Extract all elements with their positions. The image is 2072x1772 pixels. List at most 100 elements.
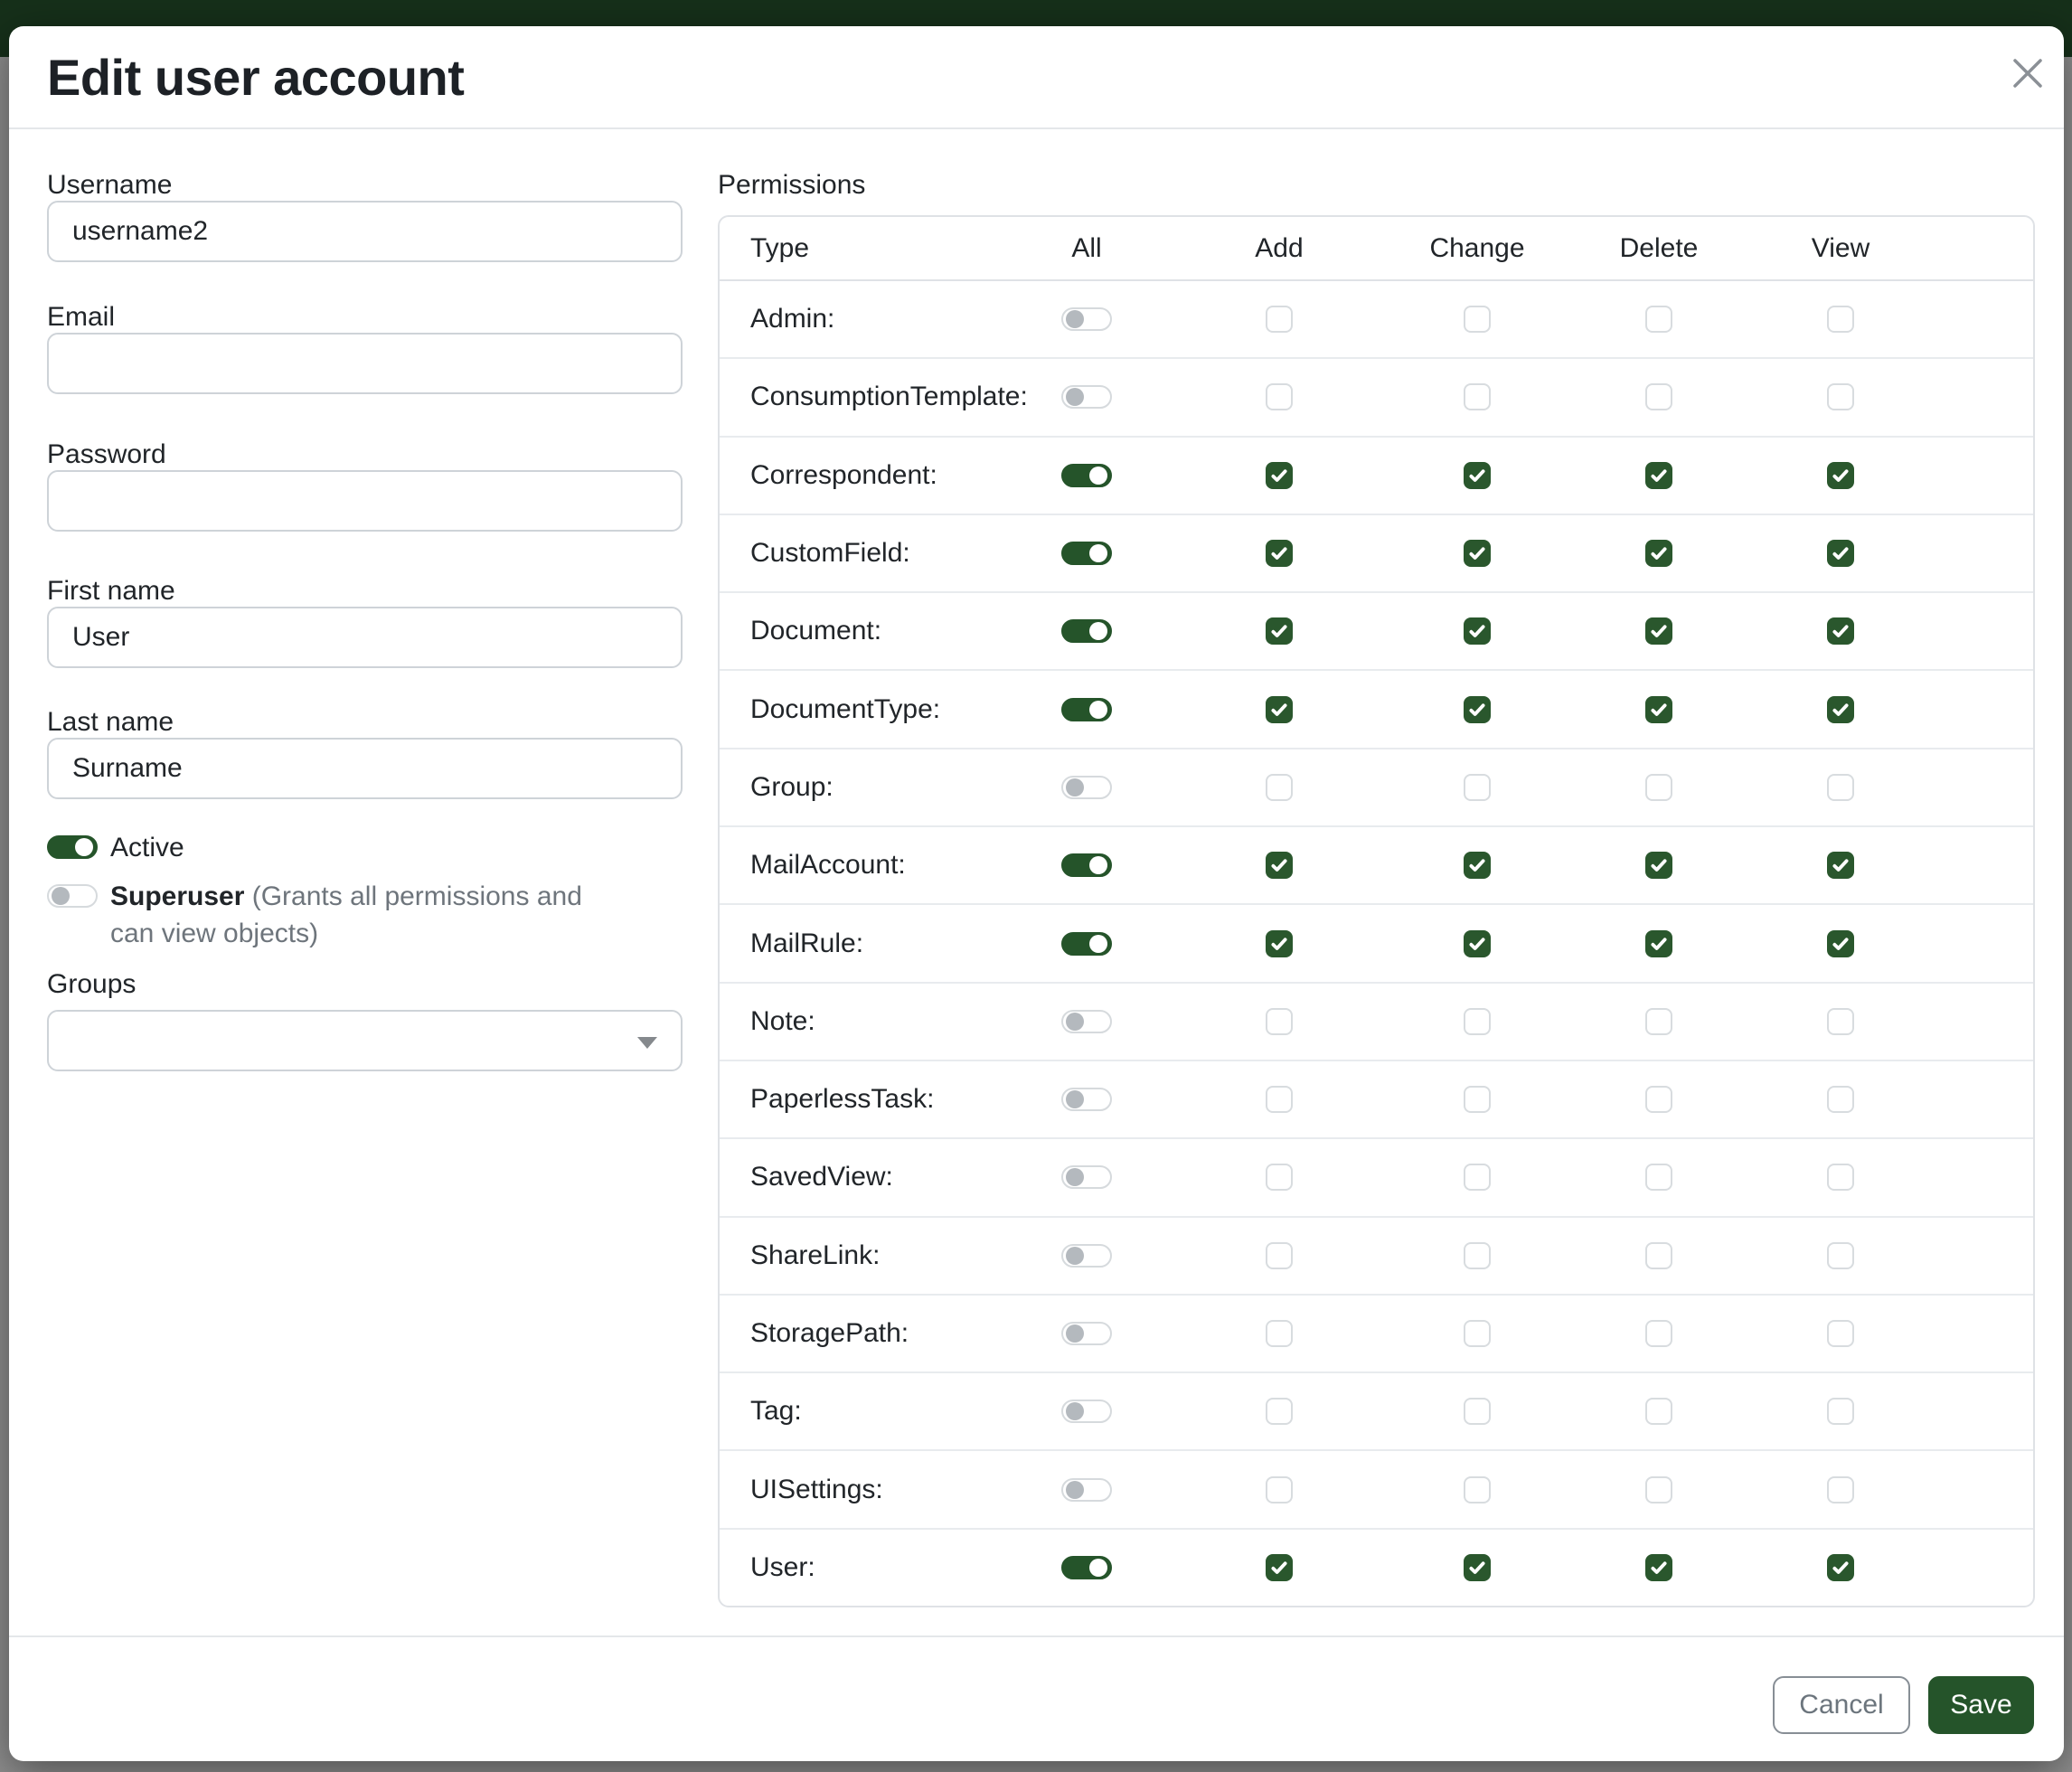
add-checkbox[interactable] <box>1266 1086 1293 1113</box>
change-checkbox[interactable] <box>1464 462 1491 489</box>
view-checkbox[interactable] <box>1827 1008 1854 1035</box>
view-checkbox[interactable] <box>1827 462 1854 489</box>
change-checkbox[interactable] <box>1464 1476 1491 1503</box>
add-checkbox[interactable] <box>1266 1554 1293 1581</box>
add-checkbox[interactable] <box>1266 930 1293 957</box>
delete-checkbox[interactable] <box>1645 383 1672 410</box>
change-checkbox[interactable] <box>1464 696 1491 723</box>
all-toggle[interactable] <box>1061 1400 1112 1423</box>
change-checkbox[interactable] <box>1464 540 1491 567</box>
all-toggle[interactable] <box>1061 1322 1112 1345</box>
change-checkbox[interactable] <box>1464 1008 1491 1035</box>
all-toggle[interactable] <box>1061 542 1112 565</box>
superuser-toggle[interactable] <box>47 884 98 908</box>
add-checkbox[interactable] <box>1266 1320 1293 1347</box>
all-toggle[interactable] <box>1061 1478 1112 1502</box>
all-toggle[interactable] <box>1061 619 1112 643</box>
active-toggle[interactable] <box>47 835 98 859</box>
permission-type-label: Tag: <box>720 1396 991 1427</box>
add-checkbox[interactable] <box>1266 696 1293 723</box>
all-toggle[interactable] <box>1061 1244 1112 1268</box>
delete-checkbox[interactable] <box>1645 1398 1672 1425</box>
delete-checkbox[interactable] <box>1645 930 1672 957</box>
view-checkbox[interactable] <box>1827 1320 1854 1347</box>
view-checkbox[interactable] <box>1827 930 1854 957</box>
change-checkbox[interactable] <box>1464 383 1491 410</box>
delete-checkbox[interactable] <box>1645 1008 1672 1035</box>
all-toggle[interactable] <box>1061 1010 1112 1033</box>
view-checkbox[interactable] <box>1827 306 1854 333</box>
delete-checkbox[interactable] <box>1645 1086 1672 1113</box>
change-checkbox[interactable] <box>1464 1320 1491 1347</box>
change-checkbox[interactable] <box>1464 1398 1491 1425</box>
view-checkbox[interactable] <box>1827 1554 1854 1581</box>
view-checkbox[interactable] <box>1827 1086 1854 1113</box>
change-checkbox[interactable] <box>1464 1164 1491 1191</box>
add-checkbox[interactable] <box>1266 1476 1293 1503</box>
view-checkbox[interactable] <box>1827 1398 1854 1425</box>
delete-checkbox[interactable] <box>1645 540 1672 567</box>
delete-checkbox[interactable] <box>1645 1554 1672 1581</box>
change-checkbox[interactable] <box>1464 1554 1491 1581</box>
delete-checkbox[interactable] <box>1645 1242 1672 1269</box>
add-checkbox[interactable] <box>1266 540 1293 567</box>
change-checkbox[interactable] <box>1464 852 1491 879</box>
email-input[interactable] <box>47 333 683 394</box>
permission-row: Correspondent: <box>720 438 2033 515</box>
view-checkbox[interactable] <box>1827 1476 1854 1503</box>
delete-checkbox[interactable] <box>1645 1164 1672 1191</box>
view-checkbox[interactable] <box>1827 852 1854 879</box>
view-checkbox[interactable] <box>1827 617 1854 645</box>
view-checkbox[interactable] <box>1827 1242 1854 1269</box>
add-checkbox[interactable] <box>1266 306 1293 333</box>
all-toggle[interactable] <box>1061 1556 1112 1579</box>
change-checkbox[interactable] <box>1464 306 1491 333</box>
close-button[interactable] <box>2002 49 2053 99</box>
all-toggle[interactable] <box>1061 853 1112 877</box>
add-checkbox[interactable] <box>1266 617 1293 645</box>
all-toggle[interactable] <box>1061 385 1112 409</box>
add-checkbox[interactable] <box>1266 1398 1293 1425</box>
cancel-button[interactable]: Cancel <box>1773 1676 1910 1734</box>
add-checkbox[interactable] <box>1266 1242 1293 1269</box>
delete-checkbox[interactable] <box>1645 852 1672 879</box>
view-checkbox[interactable] <box>1827 383 1854 410</box>
delete-checkbox[interactable] <box>1645 462 1672 489</box>
add-checkbox[interactable] <box>1266 462 1293 489</box>
all-toggle[interactable] <box>1061 1165 1112 1189</box>
all-toggle[interactable] <box>1061 1088 1112 1111</box>
all-toggle[interactable] <box>1061 464 1112 487</box>
delete-checkbox[interactable] <box>1645 1320 1672 1347</box>
delete-checkbox[interactable] <box>1645 774 1672 801</box>
password-input[interactable] <box>47 470 683 532</box>
all-toggle[interactable] <box>1061 698 1112 721</box>
permission-row: Document: <box>720 593 2033 671</box>
last-name-input[interactable] <box>47 738 683 799</box>
change-checkbox[interactable] <box>1464 774 1491 801</box>
all-toggle[interactable] <box>1061 307 1112 331</box>
save-button[interactable]: Save <box>1928 1676 2034 1734</box>
first-name-input[interactable] <box>47 607 683 668</box>
add-checkbox[interactable] <box>1266 1164 1293 1191</box>
delete-checkbox[interactable] <box>1645 617 1672 645</box>
add-checkbox[interactable] <box>1266 774 1293 801</box>
delete-checkbox[interactable] <box>1645 306 1672 333</box>
add-checkbox[interactable] <box>1266 852 1293 879</box>
groups-select[interactable] <box>47 1010 683 1071</box>
add-checkbox[interactable] <box>1266 1008 1293 1035</box>
column-header-add: Add <box>1255 233 1303 264</box>
all-toggle[interactable] <box>1061 776 1112 799</box>
all-toggle[interactable] <box>1061 932 1112 956</box>
view-checkbox[interactable] <box>1827 774 1854 801</box>
view-checkbox[interactable] <box>1827 696 1854 723</box>
delete-checkbox[interactable] <box>1645 1476 1672 1503</box>
view-checkbox[interactable] <box>1827 540 1854 567</box>
username-input[interactable] <box>47 201 683 262</box>
change-checkbox[interactable] <box>1464 930 1491 957</box>
view-checkbox[interactable] <box>1827 1164 1854 1191</box>
change-checkbox[interactable] <box>1464 1242 1491 1269</box>
delete-checkbox[interactable] <box>1645 696 1672 723</box>
change-checkbox[interactable] <box>1464 617 1491 645</box>
change-checkbox[interactable] <box>1464 1086 1491 1113</box>
add-checkbox[interactable] <box>1266 383 1293 410</box>
